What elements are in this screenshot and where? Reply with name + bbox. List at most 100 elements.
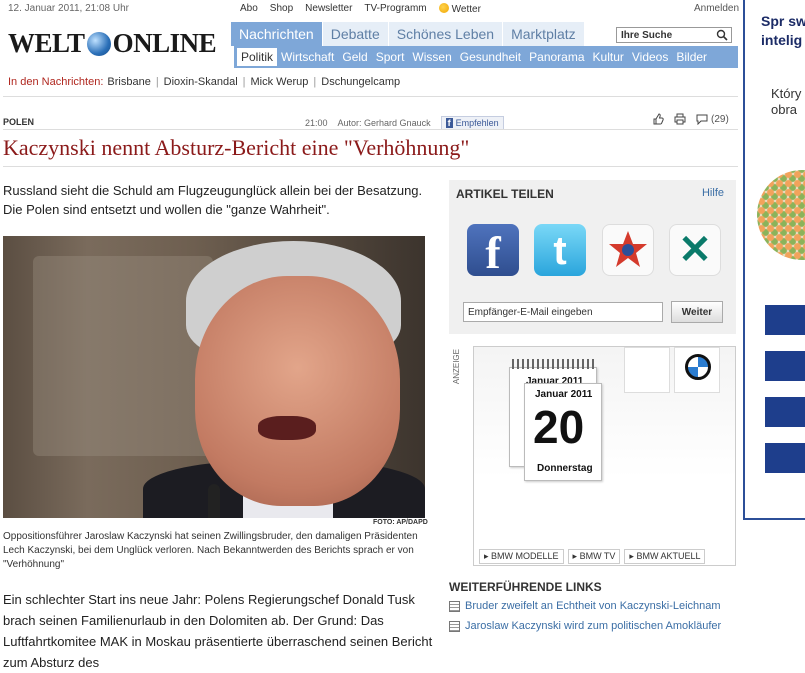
ad-links: ▸ BMW MODELLE ▸ BMW TV ▸ BMW AKTUELL	[479, 549, 706, 564]
document-icon	[449, 620, 460, 632]
news-link-brisbane[interactable]: Brisbane	[107, 76, 150, 88]
side-ad-text: Który wid obra	[771, 86, 805, 117]
search-icon[interactable]	[716, 29, 728, 41]
weather-label: Wetter	[451, 4, 481, 15]
tab-debatte[interactable]: Debatte	[321, 22, 388, 46]
facebook-icon: f	[445, 118, 453, 128]
article-meta: 21:00 Autor: Gerhard Gnauck f Empfehlen	[305, 116, 504, 130]
thumbs-up-icon[interactable]	[652, 113, 664, 125]
calendar-front: Januar 2011 20 Donnerstag	[524, 383, 602, 481]
in-news-bar: In den Nachrichten: Brisbane | Dioxin-Sk…	[8, 76, 400, 88]
print-icon[interactable]	[674, 113, 686, 125]
photo-credit: FOTO: AP/DAPD	[373, 519, 428, 526]
weiter-button[interactable]: Weiter	[671, 301, 723, 323]
comments-link[interactable]: (29)	[696, 114, 729, 125]
divider	[3, 96, 738, 97]
top-link-tv[interactable]: TV-Programm	[364, 3, 426, 15]
side-ad-button[interactable]	[765, 305, 805, 335]
subnav-geld[interactable]: Geld	[338, 46, 371, 68]
globe-icon	[86, 31, 111, 56]
divider: |	[313, 76, 317, 88]
subnav-kultur[interactable]: Kultur	[589, 46, 628, 68]
recommend-label: Empfehlen	[455, 118, 499, 128]
side-ad-button[interactable]	[765, 351, 805, 381]
divider	[3, 129, 738, 130]
article-time: 21:00	[305, 118, 328, 128]
comment-count: (29)	[711, 113, 729, 125]
subnav-bilder[interactable]: Bilder	[672, 46, 711, 68]
color-test-image	[757, 170, 805, 260]
search-box	[616, 27, 732, 43]
calendar-month: Januar 2011	[535, 389, 593, 400]
document-icon	[449, 600, 460, 612]
news-link-mick-werup[interactable]: Mick Werup	[251, 76, 309, 88]
tab-schoenes-leben[interactable]: Schönes Leben	[387, 22, 503, 46]
further-link[interactable]: Bruder zweifelt an Echtheit von Kaczynsk…	[449, 600, 721, 612]
ad-link-tv[interactable]: ▸ BMW TV	[567, 549, 621, 564]
top-link-abo[interactable]: Abo	[240, 3, 258, 15]
twitter-icon[interactable]: t	[534, 224, 586, 276]
search-input[interactable]	[617, 28, 713, 42]
divider	[3, 166, 738, 167]
bmw-logo-icon	[685, 354, 711, 380]
news-link-dioxin[interactable]: Dioxin-Skandal	[164, 76, 238, 88]
further-link[interactable]: Jaroslaw Kaczynski wird zum politischen …	[449, 620, 721, 632]
side-ad-button[interactable]	[765, 443, 805, 473]
facebook-icon[interactable]: f	[467, 224, 519, 278]
article-photo	[3, 236, 425, 518]
article-author: Autor: Gerhard Gnauck	[337, 118, 431, 128]
share-box: ARTIKEL TEILEN Hilfe f t ✕ Weiter	[449, 180, 736, 334]
ad-link-modelle[interactable]: ▸ BMW MODELLE	[479, 549, 564, 564]
bmw-card	[624, 347, 670, 393]
news-link-dschungelcamp[interactable]: Dschungelcamp	[321, 76, 400, 88]
email-recipient-input[interactable]	[463, 302, 663, 322]
calendar-weekday: Donnerstag	[537, 463, 593, 474]
subnav-videos[interactable]: Videos	[628, 46, 672, 68]
logo-text-left: WELT	[8, 28, 85, 58]
in-news-label: In den Nachrichten:	[8, 76, 104, 88]
sun-icon	[438, 3, 449, 13]
side-ad-panel[interactable]: Spr sw intelig Który wid obra	[743, 0, 805, 520]
top-links: Abo Shop Newsletter TV-Programm Wetter	[240, 3, 481, 15]
subnav-sport[interactable]: Sport	[372, 46, 409, 68]
subnav-wissen[interactable]: Wissen	[408, 46, 455, 68]
facebook-recommend-button[interactable]: f Empfehlen	[440, 116, 504, 130]
bmw-card	[674, 347, 720, 393]
subnav-wirtschaft[interactable]: Wirtschaft	[277, 46, 338, 68]
section-label: POLEN	[3, 117, 35, 127]
further-link-label: Bruder zweifelt an Echtheit von Kaczynsk…	[465, 600, 721, 612]
login-link[interactable]: Anmelden	[694, 3, 739, 14]
subnav-gesundheit[interactable]: Gesundheit	[456, 46, 525, 68]
date-stamp: 12. Januar 2011, 21:08 Uhr	[8, 3, 130, 14]
further-link-label: Jaroslaw Kaczynski wird zum politischen …	[465, 620, 722, 632]
help-link[interactable]: Hilfe	[702, 187, 724, 199]
article-body: Ein schlechter Start ins neue Jahr: Pole…	[3, 592, 433, 670]
logo-text-right: ONLINE	[112, 28, 217, 58]
divider: |	[242, 76, 246, 88]
weather-link[interactable]: Wetter	[438, 3, 481, 15]
comment-icon	[696, 114, 708, 125]
divider: |	[155, 76, 159, 88]
further-links-title: WEITERFÜHRENDE LINKS	[449, 580, 602, 594]
sub-nav: Politik Wirtschaft Geld Sport Wissen Ges…	[234, 46, 738, 68]
subnav-panorama[interactable]: Panorama	[525, 46, 588, 68]
bmw-ad[interactable]: Januar 2011 Januar 2011 20 Donnerstag ▸ …	[473, 346, 736, 566]
tab-nachrichten[interactable]: Nachrichten	[230, 22, 322, 46]
article-lead: Russland sieht die Schuld am Flugzeugung…	[3, 183, 423, 217]
star-share-icon[interactable]	[602, 224, 654, 276]
ad-link-aktuell[interactable]: ▸ BMW AKTUELL	[624, 549, 706, 564]
side-ad-title: Spr sw intelig	[761, 13, 805, 48]
calendar-day: 20	[533, 401, 585, 453]
top-link-newsletter[interactable]: Newsletter	[305, 3, 352, 15]
top-link-shop[interactable]: Shop	[270, 3, 293, 15]
tab-marktplatz[interactable]: Marktplatz	[502, 22, 584, 46]
subnav-politik[interactable]: Politik	[237, 48, 278, 66]
site-logo[interactable]: WELT ONLINE	[8, 28, 217, 59]
photo-caption: Oppositionsführer Jaroslaw Kaczynski hat…	[3, 531, 418, 570]
article-headline: Kaczynski nennt Absturz-Bericht eine "Ve…	[3, 135, 470, 160]
article-tools: (29)	[652, 113, 729, 125]
side-ad-button[interactable]	[765, 397, 805, 427]
ad-label: ANZEIGE	[452, 349, 461, 385]
xing-icon[interactable]: ✕	[669, 224, 721, 276]
calendar-rings	[512, 359, 596, 369]
